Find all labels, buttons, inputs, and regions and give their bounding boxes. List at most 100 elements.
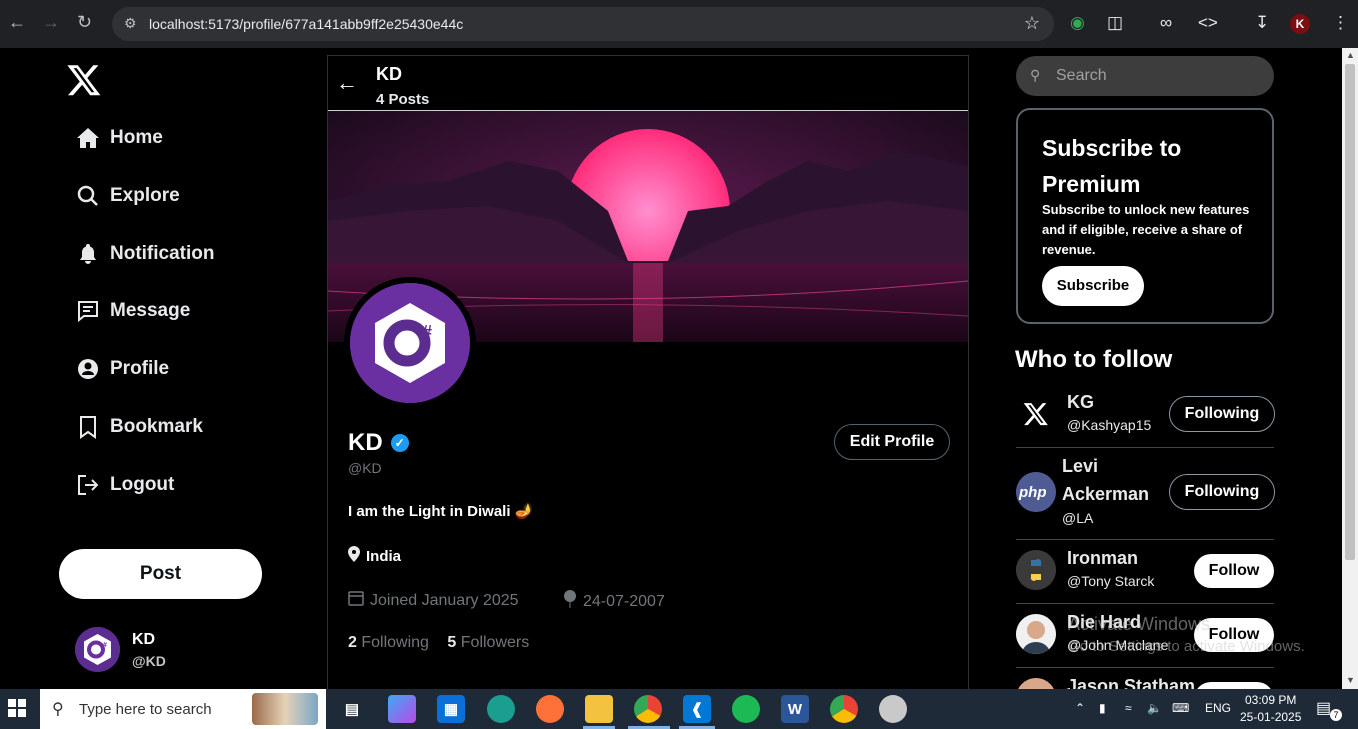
- following-label: Following: [361, 634, 429, 651]
- store-icon[interactable]: ▦: [437, 695, 465, 723]
- scroll-up-icon[interactable]: ▲: [1346, 50, 1355, 60]
- notification-center-icon[interactable]: ▤: [1316, 698, 1331, 718]
- suggestion-name: Jason Statham: [1067, 676, 1196, 689]
- activate-windows-watermark: Activate Windows: [1068, 614, 1211, 634]
- bookmark-icon: [76, 415, 100, 439]
- wifi-icon[interactable]: ≈: [1125, 701, 1132, 715]
- x-logo-avatar: [1016, 394, 1056, 434]
- sidebar-item-notification[interactable]: Notification: [76, 237, 215, 271]
- forward-icon[interactable]: →: [42, 12, 60, 33]
- avatar: #: [75, 627, 120, 672]
- clock-time: 03:09 PM: [1245, 693, 1297, 707]
- balloon-icon: [563, 590, 577, 613]
- firefox-icon[interactable]: [536, 695, 564, 723]
- follow-button[interactable]: Follow: [1194, 554, 1274, 588]
- profile-column: ← KD 4 Posts # KD ✓ @KD Edit Profile I a…: [327, 55, 969, 689]
- chrome-profile-icon[interactable]: [830, 695, 858, 723]
- person-avatar: [1016, 678, 1056, 689]
- bookmark-star-icon[interactable]: ☆: [1024, 13, 1040, 34]
- follow-stats: 2 Following 5 Followers: [348, 634, 529, 652]
- back-arrow-icon[interactable]: ←: [336, 70, 358, 96]
- clock[interactable]: 03:09 PM 25-01-2025: [1240, 692, 1301, 726]
- following-button[interactable]: Following: [1169, 474, 1275, 510]
- svg-text:#: #: [422, 322, 432, 342]
- search-highlight-icon: [252, 693, 318, 725]
- chrome-icon[interactable]: [634, 695, 662, 723]
- reload-icon[interactable]: ↻: [77, 12, 92, 33]
- keyboard-icon[interactable]: ⌨: [1172, 701, 1189, 715]
- follow-suggestion[interactable]: Jason Statham: [1016, 668, 1274, 689]
- suggestion-name: KG: [1067, 392, 1094, 412]
- post-button[interactable]: Post: [59, 549, 262, 599]
- task-view-icon[interactable]: ▤: [338, 695, 366, 723]
- sidebar-item-bookmark[interactable]: Bookmark: [76, 410, 203, 444]
- user-icon: [76, 357, 100, 381]
- volume-icon[interactable]: 🔈: [1147, 701, 1162, 715]
- spotify-icon[interactable]: [732, 695, 760, 723]
- activate-windows-subtext: Go to Settings to activate Windows.: [1068, 638, 1305, 655]
- search-icon: ⚲: [1030, 67, 1041, 83]
- tray-expand-icon[interactable]: ⌃: [1075, 701, 1085, 715]
- windows-start-icon[interactable]: [8, 699, 26, 717]
- following-button[interactable]: Following: [1169, 396, 1275, 432]
- followers-stat[interactable]: 5 Followers: [447, 634, 529, 651]
- code-icon[interactable]: <>: [1198, 13, 1218, 33]
- edit-profile-button[interactable]: Edit Profile: [834, 424, 950, 460]
- search-input[interactable]: ⚲ Search: [1016, 56, 1274, 96]
- header-title: KD: [376, 64, 402, 84]
- scrollbar-thumb[interactable]: [1345, 64, 1355, 560]
- sidebar-item-label: Home: [110, 127, 163, 148]
- bell-icon: [76, 242, 100, 266]
- vscode-icon[interactable]: ❰: [683, 695, 711, 723]
- sidebar-item-logout[interactable]: Logout: [76, 468, 174, 502]
- sidebar-item-label: Message: [110, 300, 191, 321]
- windows-taskbar: ⚲ Type here to search ▤ ▦ ❰ W ⌃ ▮ ≈ 🔈 ⌨ …: [0, 689, 1358, 729]
- followers-count: 5: [447, 634, 457, 651]
- profile-name-text: KD: [348, 429, 383, 456]
- address-bar[interactable]: ⚙ localhost:5173/profile/677a141abb9ff2e…: [112, 7, 1054, 41]
- link-icon[interactable]: ∞: [1160, 13, 1172, 33]
- subscribe-button[interactable]: Subscribe: [1042, 266, 1144, 306]
- download-icon[interactable]: ↧: [1255, 13, 1269, 33]
- profile-handle: @KD: [348, 460, 382, 476]
- scroll-down-icon[interactable]: ▼: [1346, 675, 1355, 685]
- url-text[interactable]: localhost:5173/profile/677a141abb9ff2e25…: [149, 16, 463, 32]
- x-logo-icon[interactable]: [66, 62, 102, 98]
- follow-suggestion[interactable]: KG @Kashyap15 Following: [1016, 386, 1275, 448]
- profile-avatar[interactable]: #: [344, 277, 476, 409]
- copilot-icon[interactable]: [388, 695, 416, 723]
- follow-suggestion[interactable]: Ironman @Tony Starck Follow: [1016, 540, 1274, 604]
- header-post-count: 4 Posts: [376, 91, 430, 108]
- battery-icon[interactable]: ▮: [1099, 701, 1106, 715]
- sidebar-item-home[interactable]: Home: [76, 121, 163, 155]
- following-stat[interactable]: 2 Following: [348, 634, 429, 651]
- sidebar-item-profile[interactable]: Profile: [76, 352, 169, 386]
- sidebar-item-label: Profile: [110, 358, 170, 379]
- svg-text:#: #: [103, 642, 107, 649]
- sidebar-item-explore[interactable]: Explore: [76, 179, 180, 213]
- word-icon[interactable]: W: [781, 695, 809, 723]
- extension-icon[interactable]: ◉: [1070, 13, 1085, 33]
- language-indicator[interactable]: ENG: [1205, 701, 1231, 715]
- follow-button[interactable]: [1194, 682, 1274, 689]
- browser-profile-avatar[interactable]: K: [1290, 14, 1310, 34]
- calendar-icon: [348, 590, 364, 611]
- file-explorer-icon[interactable]: [585, 695, 613, 723]
- edge-icon[interactable]: [487, 695, 515, 723]
- profile-header: ← KD 4 Posts: [328, 56, 968, 111]
- follow-suggestion[interactable]: php Levi Ackerman @LA Following: [1016, 448, 1275, 540]
- person-avatar: [1016, 614, 1056, 654]
- sidebar-item-message[interactable]: Message: [76, 294, 190, 328]
- profile-bio: I am the Light in Diwali 🪔: [348, 503, 534, 520]
- site-info-icon[interactable]: ⚙: [124, 15, 142, 33]
- current-user-name: KD: [132, 631, 156, 648]
- python-logo-avatar: [1016, 550, 1056, 590]
- sidebar-item-label: Notification: [110, 243, 215, 264]
- taskbar-search[interactable]: ⚲ Type here to search: [40, 689, 326, 729]
- app-icon[interactable]: [879, 695, 907, 723]
- page-scrollbar[interactable]: ▲ ▼: [1342, 48, 1358, 689]
- menu-dots-icon[interactable]: ⋮: [1332, 13, 1349, 33]
- suggestion-name: Levi Ackerman: [1062, 456, 1150, 504]
- back-icon[interactable]: ←: [8, 12, 26, 33]
- extensions-puzzle-icon[interactable]: ◫: [1107, 13, 1123, 33]
